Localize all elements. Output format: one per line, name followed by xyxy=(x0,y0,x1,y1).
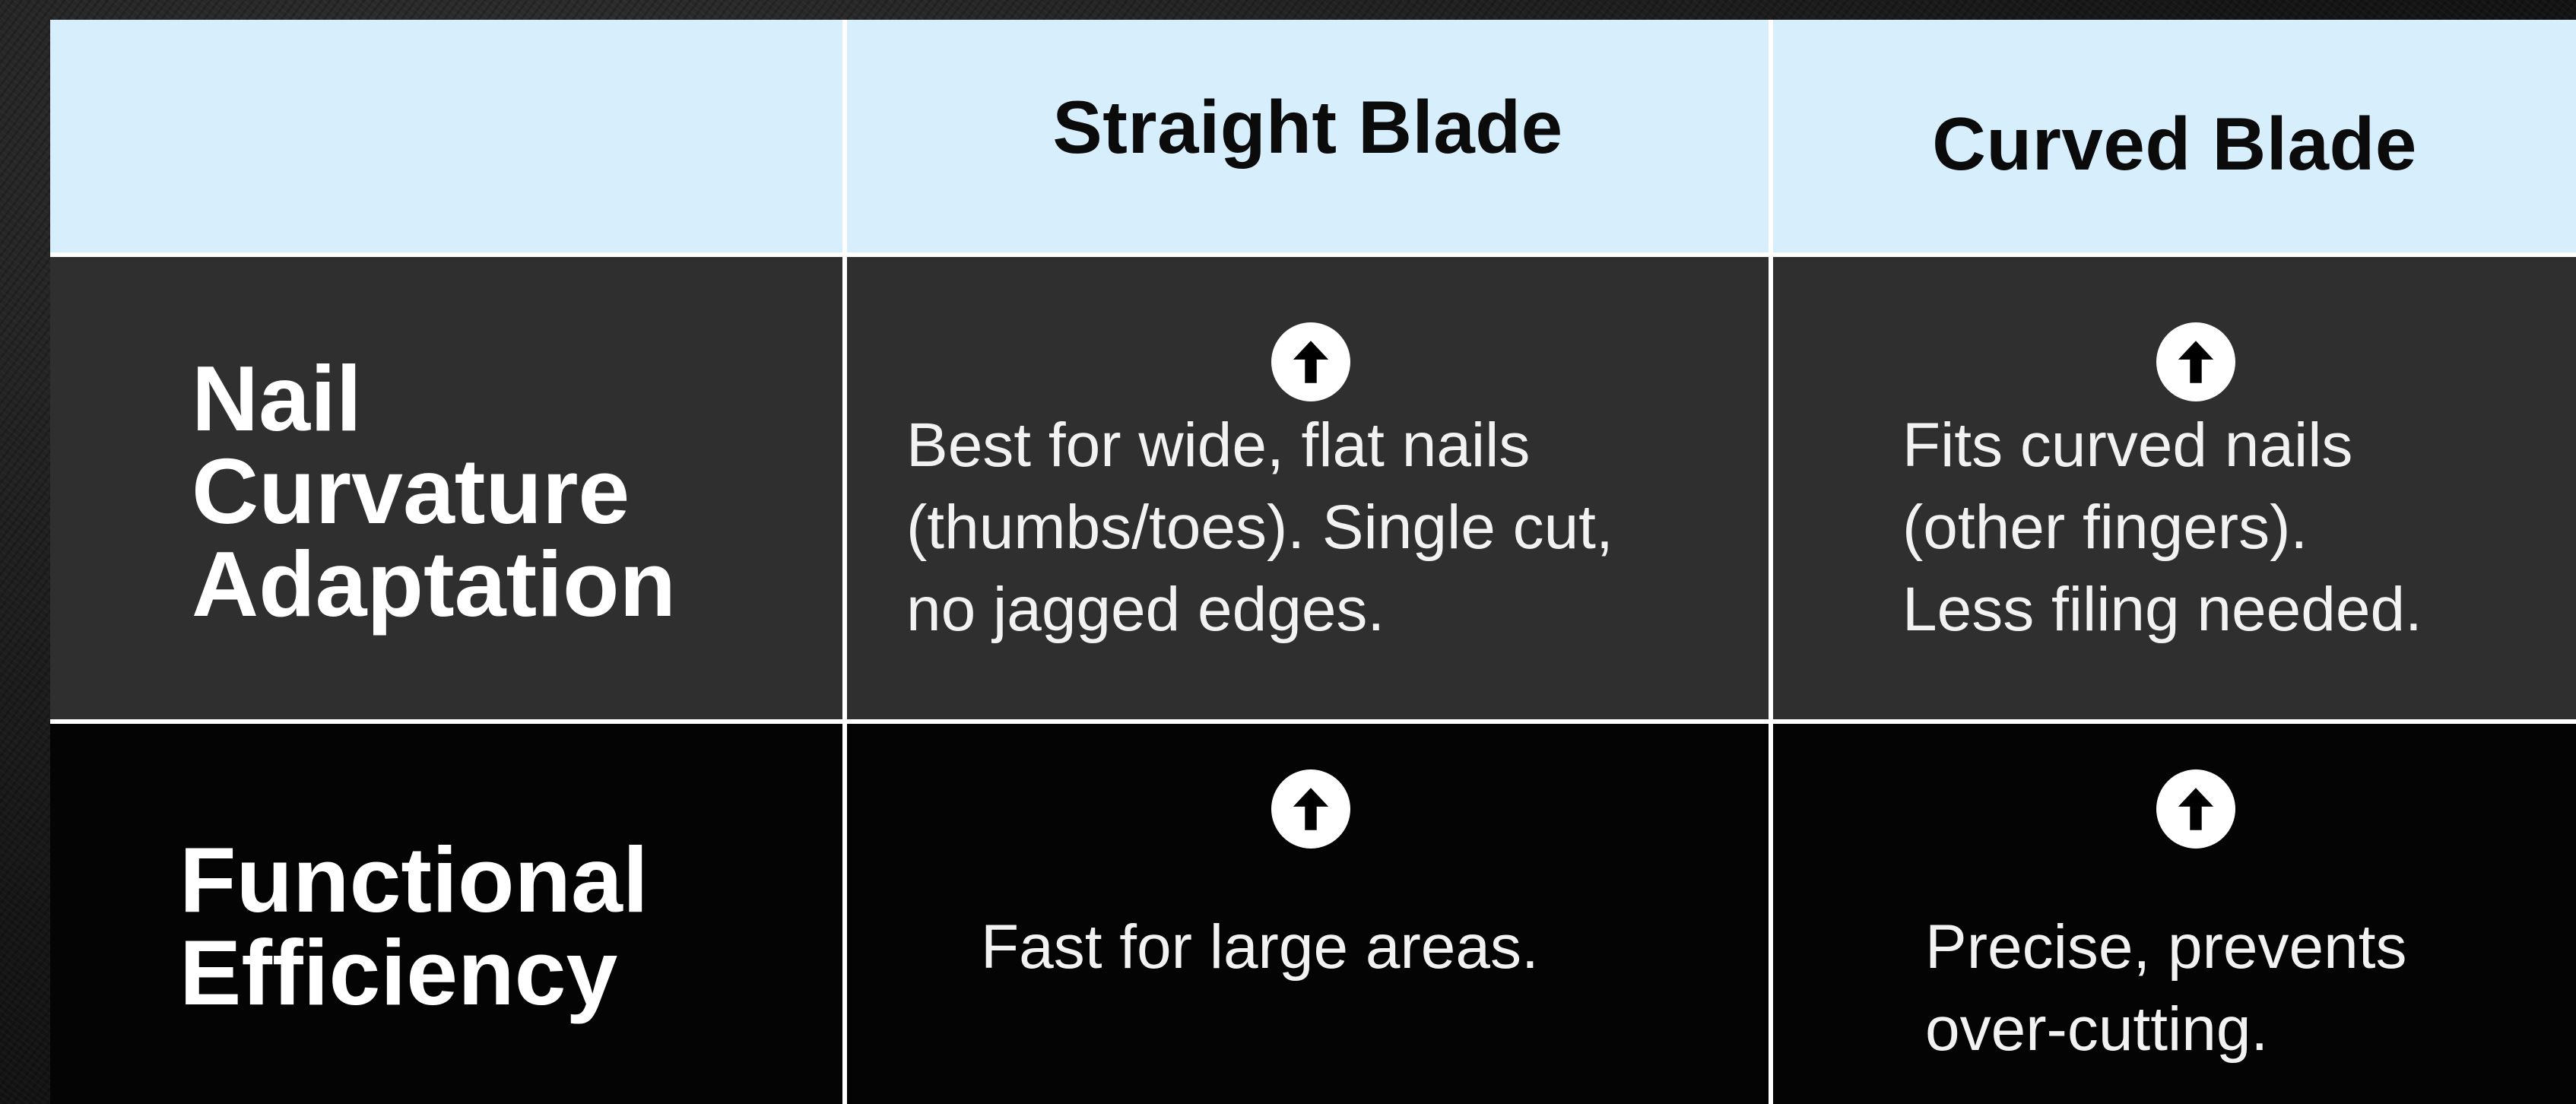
arrow-up-circle-icon xyxy=(2156,322,2235,401)
row-label-nail-curvature: Nail Curvature Adaptation xyxy=(50,252,847,719)
cell-curved-curvature: Fits curved nails (other fingers). Less … xyxy=(1773,252,2576,719)
row-label-line: Adaptation xyxy=(192,532,677,636)
arrow-up-circle-icon xyxy=(2156,769,2235,849)
arrow-up-circle-icon xyxy=(1271,322,1350,401)
cell-text: Precise, prevents over-cutting. xyxy=(1925,912,2407,1064)
header-empty-cell xyxy=(50,20,847,252)
header-straight-blade: Straight Blade xyxy=(847,20,1773,252)
cell-curved-efficiency: Precise, prevents over-cutting. xyxy=(1773,719,2576,1104)
header-curved-blade: Curved Blade xyxy=(1773,20,2576,252)
row-label-line: Nail xyxy=(192,347,362,450)
cell-text: Fast for large areas. xyxy=(981,912,1539,982)
comparison-graphic: Straight Blade Curved Blade Nail Curvatu… xyxy=(0,0,2576,1104)
row-label-line: Curvature xyxy=(192,439,630,543)
row-label-line: Efficiency xyxy=(179,921,618,1024)
row-label-functional-efficiency: Functional Efficiency xyxy=(50,719,847,1104)
cell-text: Fits curved nails (other fingers). Less … xyxy=(1902,411,2422,645)
cell-straight-curvature: Best for wide, flat nails (thumbs/toes).… xyxy=(847,252,1773,719)
header-curved-blade-label: Curved Blade xyxy=(1932,101,2417,186)
arrow-up-circle-icon xyxy=(1271,769,1350,849)
comparison-table: Straight Blade Curved Blade Nail Curvatu… xyxy=(50,20,2576,1104)
row-label-line: Functional xyxy=(179,828,649,931)
cell-straight-efficiency: Fast for large areas. xyxy=(847,719,1773,1104)
cell-text: Best for wide, flat nails (thumbs/toes).… xyxy=(906,411,1613,645)
header-straight-blade-label: Straight Blade xyxy=(1052,84,1563,169)
